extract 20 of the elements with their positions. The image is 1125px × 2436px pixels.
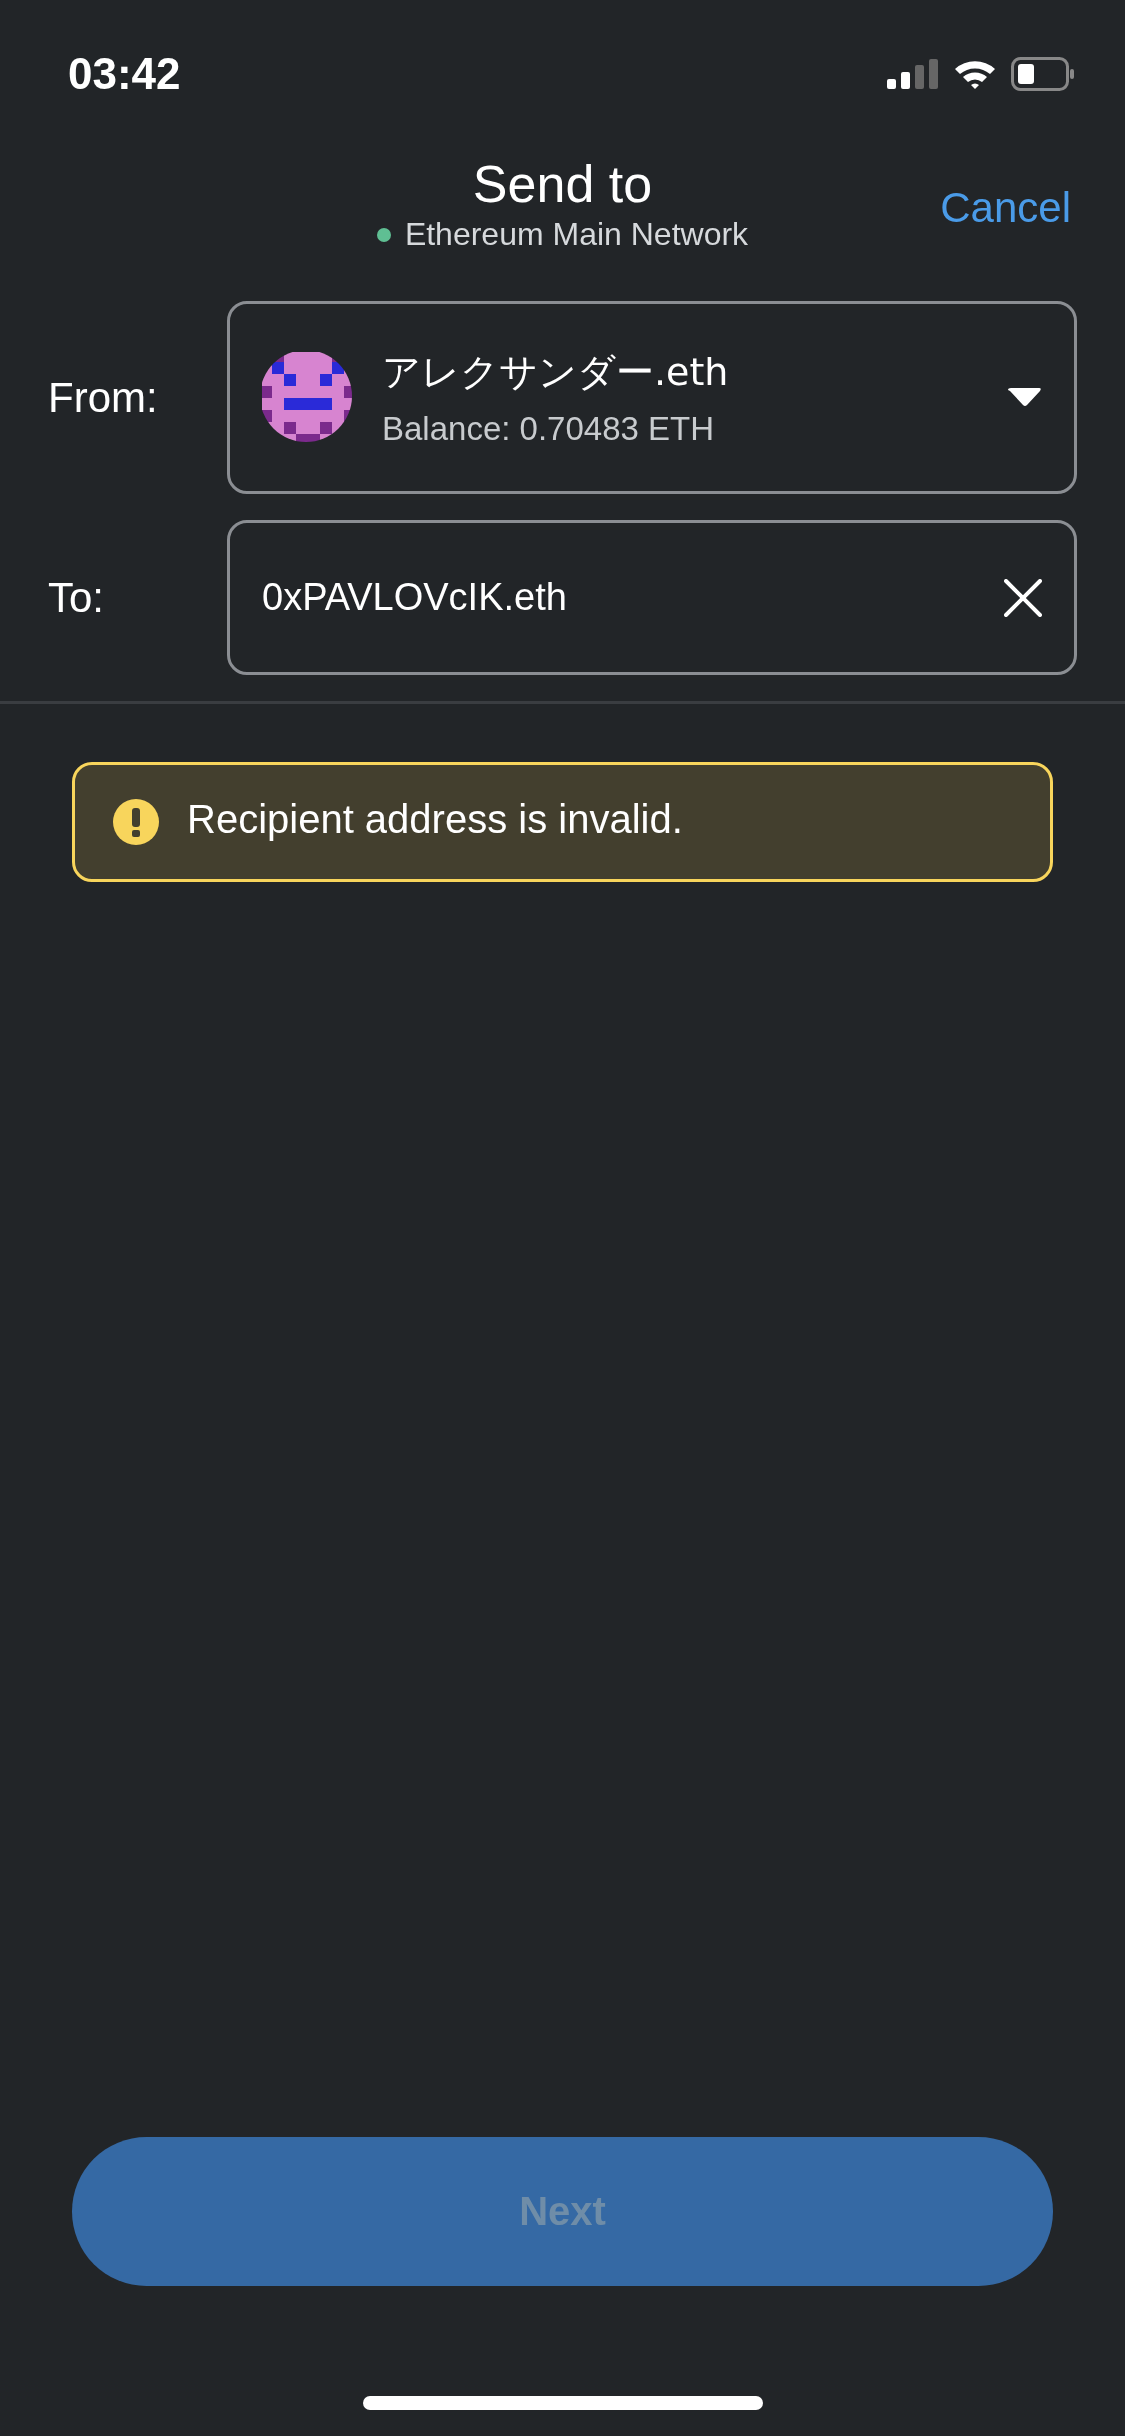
network-name: Ethereum Main Network bbox=[404, 216, 749, 253]
signal-icon bbox=[887, 59, 939, 89]
screen-title: Send to bbox=[472, 154, 653, 214]
field-label: To: bbox=[48, 573, 106, 622]
status-dot-icon bbox=[376, 227, 391, 242]
battery-icon bbox=[1011, 57, 1075, 91]
address-field[interactable]: 0xPAVLOVcIK.eth bbox=[227, 520, 1077, 675]
field-label: From: bbox=[48, 373, 159, 422]
clock: 03:42 bbox=[68, 49, 181, 99]
close-icon bbox=[1004, 578, 1042, 617]
cancel-button[interactable]: Cancel bbox=[940, 184, 1071, 232]
home-indicator[interactable] bbox=[362, 2396, 763, 2410]
exclamation-icon bbox=[113, 799, 159, 845]
wifi-icon bbox=[953, 58, 997, 90]
balance-text: Balance: 0.70483 ETH bbox=[382, 410, 716, 448]
warning-message: Recipient address is invalid. bbox=[187, 796, 683, 842]
avatar-icon bbox=[262, 351, 354, 444]
caret-icon bbox=[1008, 387, 1042, 408]
account-name: アレクサンダー.eth bbox=[382, 349, 730, 396]
account-selector[interactable]: アレクサンダー.eth Balance: 0.70483 ETH bbox=[227, 301, 1077, 494]
